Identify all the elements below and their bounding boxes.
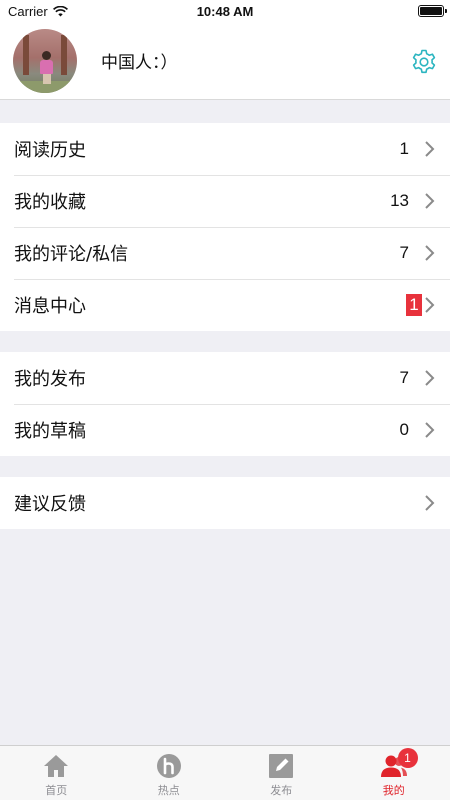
hot-icon: [156, 754, 181, 778]
chevron-right-icon: [425, 495, 435, 511]
chevron-right-icon: [425, 245, 435, 261]
menu-item-label: 我的发布: [14, 369, 86, 390]
battery-icon: [418, 5, 447, 17]
tab-label: 我的: [382, 784, 405, 797]
tab-bar: 首页 热点 发布 我的 1: [0, 745, 450, 800]
profile-header[interactable]: 中国人：）: [0, 22, 450, 100]
menu-item-feedback[interactable]: 建议反馈: [0, 477, 450, 529]
menu-item-label: 消息中心: [14, 296, 86, 317]
menu-item-count: 7: [399, 243, 409, 262]
menu-item-message-center[interactable]: 消息中心 1: [0, 279, 450, 331]
menu-item-count: 7: [399, 368, 409, 387]
chevron-right-icon: [425, 193, 435, 209]
username: 中国人：）: [101, 53, 178, 73]
menu-item-my-posts[interactable]: 我的发布 7: [0, 352, 450, 404]
tab-home[interactable]: 首页: [0, 746, 113, 800]
notification-badge: 1: [397, 748, 418, 768]
menu-item-drafts[interactable]: 我的草稿 0: [0, 404, 450, 456]
menu-item-label: 我的评论/私信: [14, 244, 129, 265]
menu-item-label: 阅读历史: [14, 140, 86, 161]
chevron-right-icon: [425, 141, 435, 157]
tab-publish[interactable]: 发布: [225, 746, 338, 800]
publish-icon: [269, 754, 294, 778]
settings-gear-icon[interactable]: [410, 48, 438, 76]
menu-item-count: 13: [390, 191, 409, 210]
menu-item-label: 我的收藏: [14, 192, 86, 213]
menu-item-reading-history[interactable]: 阅读历史 1: [0, 123, 450, 175]
tab-hot[interactable]: 热点: [113, 746, 226, 800]
menu-group-activity: 阅读历史 1 我的收藏 13 我的评论/私信 7 消息中心 1: [0, 123, 450, 331]
wifi-icon: [52, 5, 68, 16]
menu-item-label: 我的草稿: [14, 421, 86, 442]
tab-label: 热点: [157, 784, 180, 797]
menu-item-comments-messages[interactable]: 我的评论/私信 7: [0, 227, 450, 279]
tab-label: 首页: [45, 784, 68, 797]
carrier-label: Carrier: [8, 3, 48, 19]
status-left: Carrier: [8, 4, 68, 19]
home-icon: [44, 755, 69, 777]
avatar[interactable]: [13, 28, 77, 93]
chevron-right-icon: [425, 297, 435, 313]
menu-group-posts: 我的发布 7 我的草稿 0: [0, 352, 450, 456]
tab-label: 发布: [270, 784, 293, 797]
menu-item-count: 0: [399, 420, 409, 439]
chevron-right-icon: [425, 422, 435, 438]
menu-item-favorites[interactable]: 我的收藏 13: [0, 175, 450, 227]
tab-mine[interactable]: 我的 1: [338, 746, 450, 800]
chevron-right-icon: [425, 370, 435, 386]
menu-group-feedback: 建议反馈: [0, 477, 450, 529]
unread-badge: 1: [406, 294, 422, 316]
menu-item-count: 1: [399, 139, 409, 158]
status-bar: Carrier 10:48 AM: [0, 0, 450, 22]
menu-item-label: 建议反馈: [14, 494, 86, 515]
